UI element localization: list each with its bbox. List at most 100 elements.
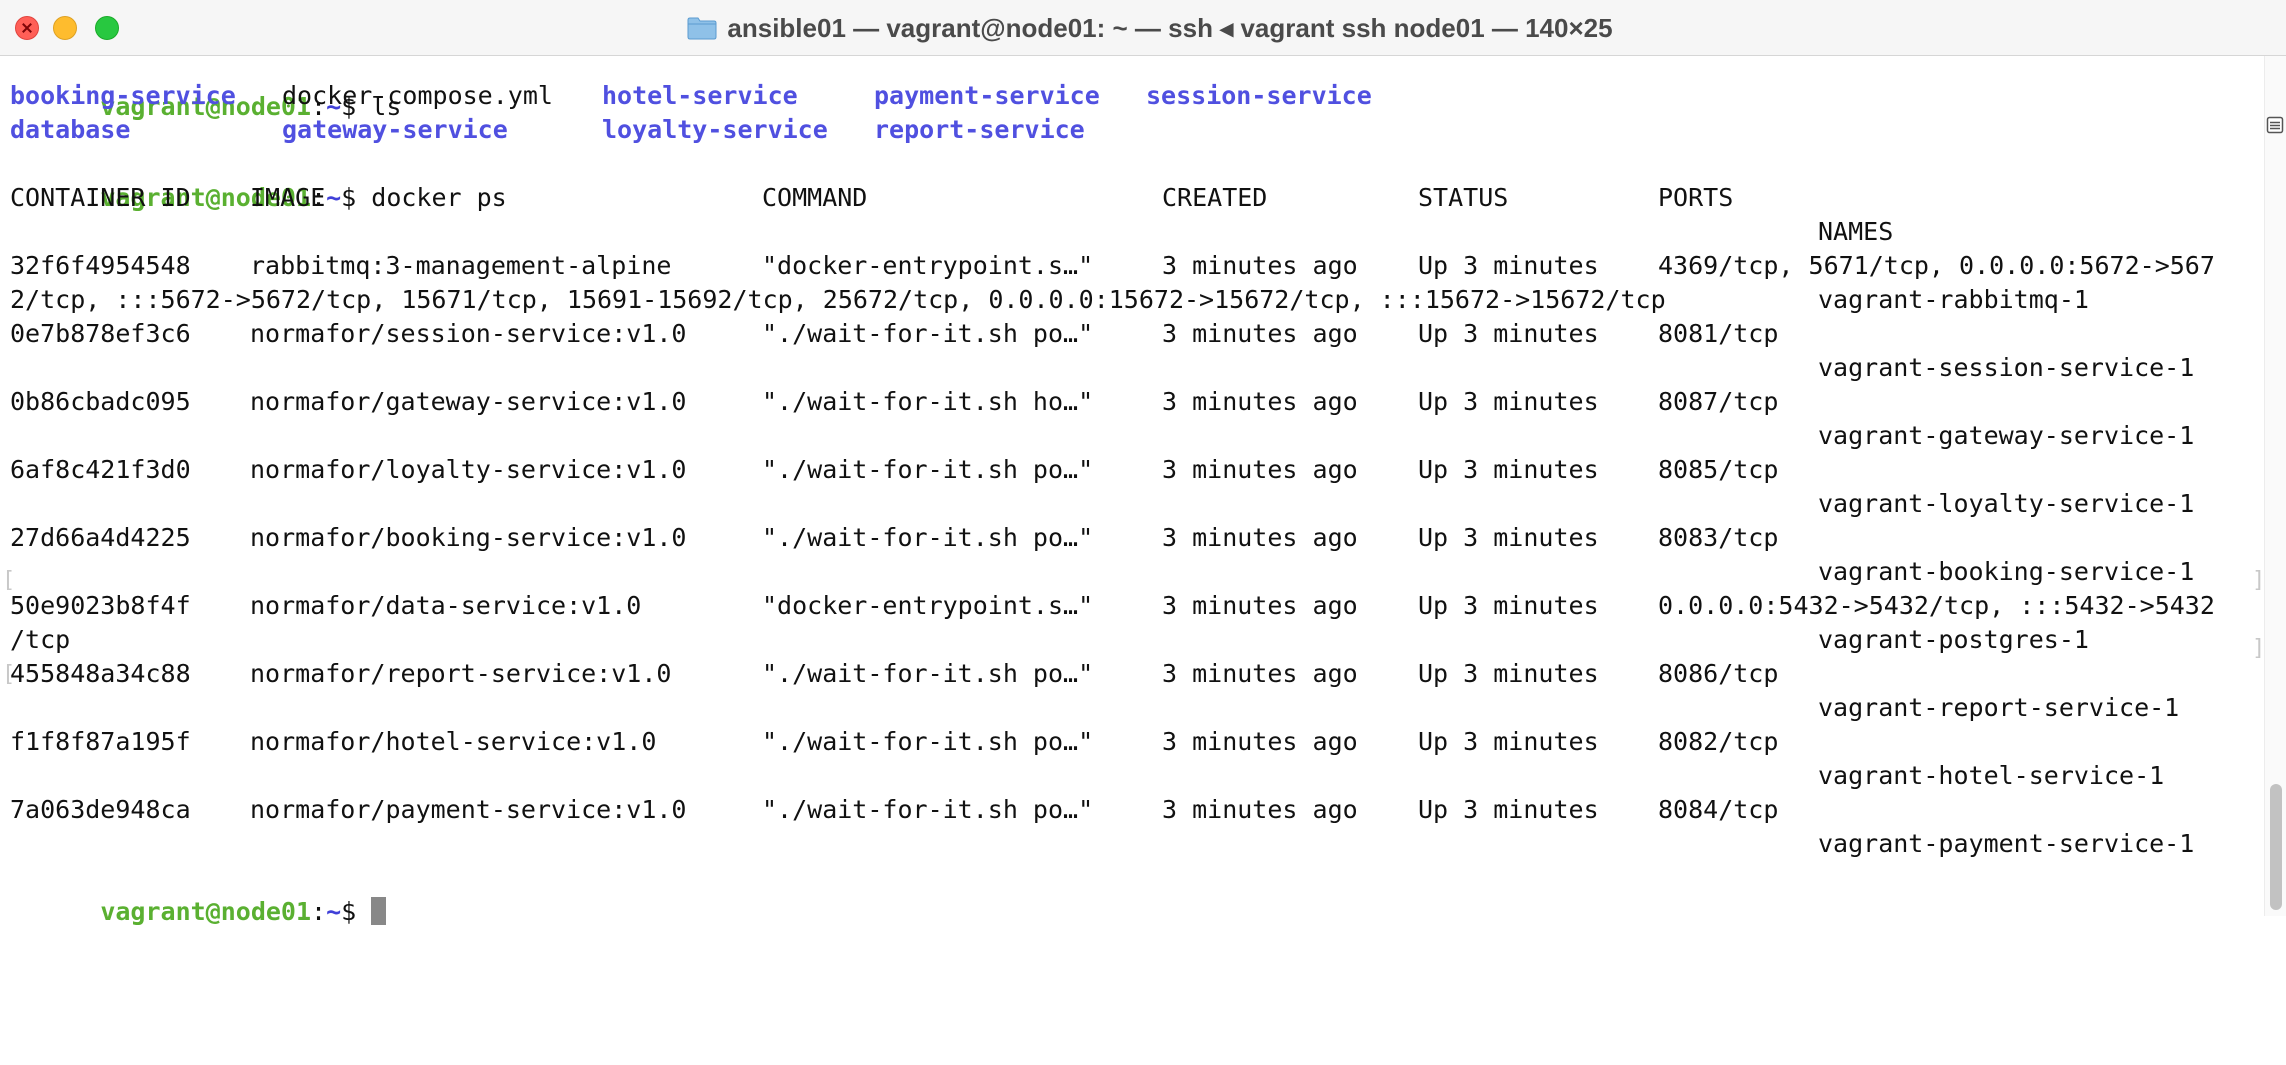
container-id: 0b86cbadc095 (10, 387, 191, 416)
container-status: Up 3 minutes (1418, 387, 1599, 416)
container-status: Up 3 minutes (1418, 523, 1599, 552)
container-command: "./wait-for-it.sh po…" (762, 795, 1094, 824)
container-id: 50e9023b8f4f (10, 591, 191, 620)
container-image: normafor/payment-service:v1.0 (250, 795, 687, 824)
container-command: "./wait-for-it.sh po…" (762, 319, 1094, 348)
container-id: 6af8c421f3d0 (10, 455, 191, 484)
container-id: 455848a34c88 (10, 659, 191, 688)
table-row: 50e9023b8f4f normafor/data-service:v1.0 … (10, 589, 2250, 623)
container-status: Up 3 minutes (1418, 659, 1599, 688)
container-command: "./wait-for-it.sh po…" (762, 727, 1094, 756)
container-status: Up 3 minutes (1418, 591, 1599, 620)
table-row-wrap: 2/tcp, :::5672->5672/tcp, 15671/tcp, 156… (10, 283, 2250, 317)
prompt-path: ~ (326, 897, 342, 926)
terminal-output[interactable]: vagrant@node01:~$ ls booking-service doc… (2, 56, 2265, 926)
text-cursor (371, 897, 387, 925)
container-created: 3 minutes ago (1162, 319, 1358, 348)
container-name: vagrant-session-service-1 (1818, 353, 2195, 382)
container-created: 3 minutes ago (1162, 455, 1358, 484)
file-entry: docker-compose.yml (282, 81, 553, 110)
container-name: vagrant-postgres-1 (1818, 625, 2089, 654)
directory-entry: hotel-service (602, 81, 798, 110)
container-ports: 8083/tcp (1658, 523, 1779, 552)
container-created: 3 minutes ago (1162, 591, 1358, 620)
window-title: ansible01 — vagrant@node01: ~ — ssh ◂ va… (727, 12, 1613, 43)
table-row-wrap: vagrant-booking-service-1 (10, 555, 2250, 589)
container-status: Up 3 minutes (1418, 455, 1599, 484)
mark-bracket-left: [ (2, 568, 16, 593)
container-ports: 8082/tcp (1658, 727, 1779, 756)
table-row-wrap: vagrant-payment-service-1 (10, 827, 2250, 861)
table-row: 27d66a4d4225 normafor/booking-service:v1… (10, 521, 2250, 555)
table-header-row: NAMES (10, 215, 2250, 249)
container-command: "docker-entrypoint.s…" (762, 251, 1094, 280)
container-created: 3 minutes ago (1162, 659, 1358, 688)
title-bar[interactable]: ansible01 — vagrant@node01: ~ — ssh ◂ va… (0, 0, 2286, 56)
container-image: normafor/gateway-service:v1.0 (250, 387, 687, 416)
split-pane-icon[interactable] (2266, 116, 2284, 134)
container-ports: 8086/tcp (1658, 659, 1779, 688)
container-created: 3 minutes ago (1162, 251, 1358, 280)
container-name: vagrant-rabbitmq-1 (1818, 285, 2089, 314)
prompt-symbol: $ (341, 897, 372, 926)
container-command: "./wait-for-it.sh po…" (762, 455, 1094, 484)
header-image: IMAGE (250, 183, 326, 212)
container-ports: 8087/tcp (1658, 387, 1779, 416)
table-row: f1f8f87a195f normafor/hotel-service:v1.0… (10, 725, 2250, 759)
table-row-wrap: vagrant-gateway-service-1 (10, 419, 2250, 453)
prompt-separator: : (311, 897, 327, 926)
container-status: Up 3 minutes (1418, 795, 1599, 824)
container-ports: 4369/tcp, 5671/tcp, 0.0.0.0:5672->567 (1658, 251, 2215, 280)
window-title-group: ansible01 — vagrant@node01: ~ — ssh ◂ va… (0, 0, 2286, 56)
container-ports: 8084/tcp (1658, 795, 1779, 824)
header-ports: PORTS (1658, 183, 1734, 212)
container-created: 3 minutes ago (1162, 727, 1358, 756)
table-row: 0e7b878ef3c6 normafor/session-service:v1… (10, 317, 2250, 351)
container-ports: 0.0.0.0:5432->5432/tcp, :::5432->5432 (1658, 591, 2215, 620)
container-image: normafor/booking-service:v1.0 (250, 523, 687, 552)
ls-output-row: database gateway-service loyalty-service… (10, 113, 2250, 147)
table-header-row: CONTAINER ID IMAGE COMMAND CREATED STATU… (10, 181, 2250, 215)
container-image: normafor/data-service:v1.0 (250, 591, 642, 620)
container-id: 27d66a4d4225 (10, 523, 191, 552)
folder-icon (687, 17, 717, 40)
container-name: vagrant-gateway-service-1 (1818, 421, 2195, 450)
table-row-wrap: vagrant-loyalty-service-1 (10, 487, 2250, 521)
container-name: vagrant-report-service-1 (1818, 693, 2180, 722)
container-ports-wrap: 2/tcp, :::5672->5672/tcp, 15671/tcp, 156… (10, 285, 1666, 314)
ls-output-row: booking-service docker-compose.yml hotel… (10, 79, 2250, 113)
table-row: 455848a34c88 normafor/report-service:v1.… (10, 657, 2250, 691)
container-name: vagrant-booking-service-1 (1818, 557, 2195, 586)
container-command: "./wait-for-it.sh ho…" (762, 387, 1094, 416)
container-id: 32f6f4954548 (10, 251, 191, 280)
header-names: NAMES (1818, 217, 1894, 246)
table-row-wrap: /tcp vagrant-postgres-1 (10, 623, 2250, 657)
container-created: 3 minutes ago (1162, 795, 1358, 824)
header-status: STATUS (1418, 183, 1509, 212)
table-row-wrap: vagrant-report-service-1 (10, 691, 2250, 725)
table-row: 7a063de948ca normafor/payment-service:v1… (10, 793, 2250, 827)
table-row-wrap: vagrant-session-service-1 (10, 351, 2250, 385)
container-image: normafor/loyalty-service:v1.0 (250, 455, 687, 484)
container-image: normafor/session-service:v1.0 (250, 319, 687, 348)
container-image: normafor/hotel-service:v1.0 (250, 727, 657, 756)
container-id: 0e7b878ef3c6 (10, 319, 191, 348)
scrollbar-thumb[interactable] (2270, 784, 2282, 910)
container-image: rabbitmq:3-management-alpine (250, 251, 672, 280)
container-command: "docker-entrypoint.s…" (762, 591, 1094, 620)
header-container-id: CONTAINER ID (10, 183, 191, 212)
mark-bracket-left: [ (2, 662, 16, 687)
container-created: 3 minutes ago (1162, 523, 1358, 552)
container-command: "./wait-for-it.sh po…" (762, 523, 1094, 552)
directory-entry: database (10, 115, 131, 144)
table-row: 32f6f4954548 rabbitmq:3-management-alpin… (10, 249, 2250, 283)
directory-entry: gateway-service (282, 115, 508, 144)
table-row: 6af8c421f3d0 normafor/loyalty-service:v1… (10, 453, 2250, 487)
directory-entry: payment-service (874, 81, 1100, 110)
container-created: 3 minutes ago (1162, 387, 1358, 416)
container-name: vagrant-loyalty-service-1 (1818, 489, 2195, 518)
container-status: Up 3 minutes (1418, 319, 1599, 348)
header-command: COMMAND (762, 183, 868, 212)
prompt-line[interactable]: vagrant@node01:~$ (10, 861, 387, 926)
table-row: 0b86cbadc095 normafor/gateway-service:v1… (10, 385, 2250, 419)
